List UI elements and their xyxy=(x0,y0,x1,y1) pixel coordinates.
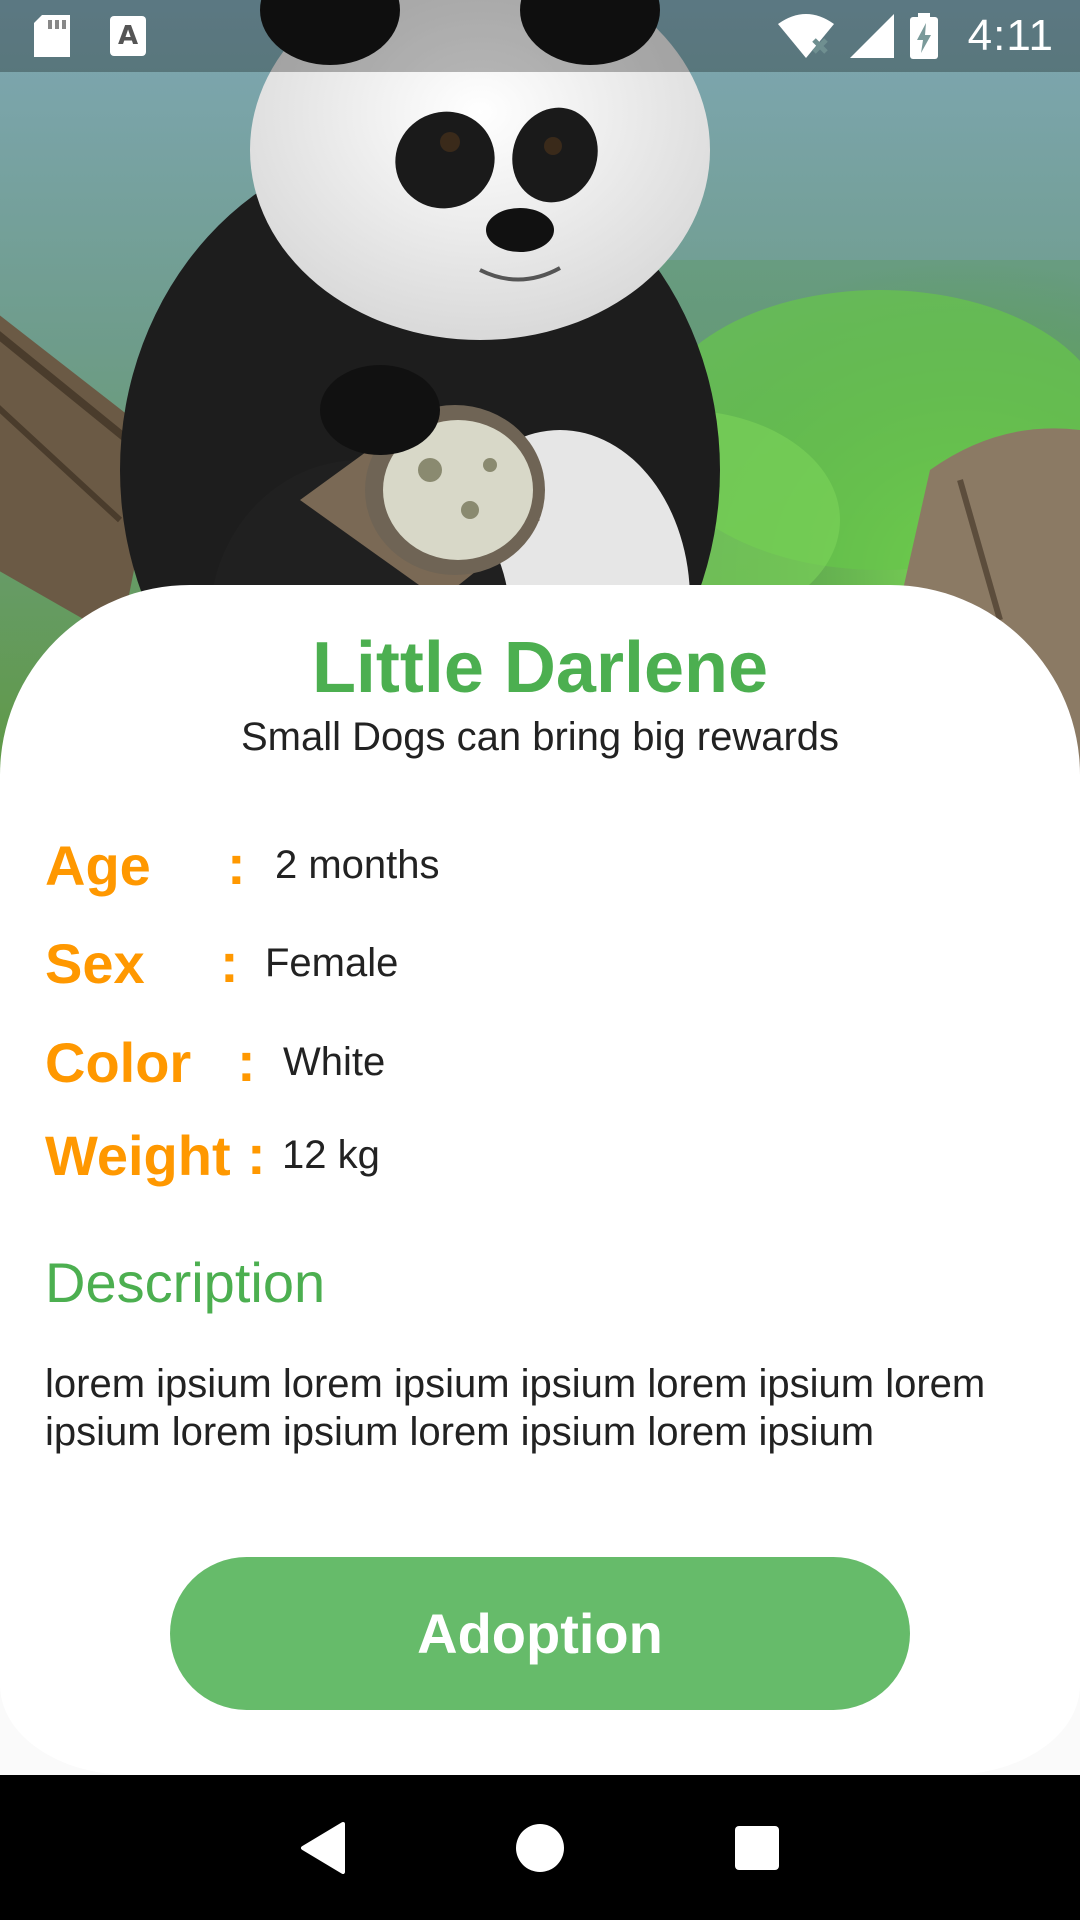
status-time: 4:11 xyxy=(967,11,1054,60)
detail-sheet: Little Darlene Small Dogs can bring big … xyxy=(0,585,1080,1775)
pet-tagline: Small Dogs can bring big rewards xyxy=(240,715,840,759)
attribute-label: Age xyxy=(45,833,151,897)
font-download-icon: A xyxy=(110,16,146,56)
attribute-value: White xyxy=(283,1040,386,1084)
status-bar: A 4:11 xyxy=(0,0,1080,72)
adoption-button[interactable]: Adoption xyxy=(170,1557,910,1710)
attribute-colon: : xyxy=(247,1123,266,1186)
navigation-bar xyxy=(0,1775,1080,1920)
attribute-row-color: Color : White xyxy=(45,1027,385,1097)
attribute-value: 12 kg xyxy=(282,1133,380,1177)
battery-charging-icon xyxy=(909,13,938,59)
recents-button[interactable] xyxy=(727,1818,787,1878)
attribute-label: Weight xyxy=(45,1123,231,1187)
wifi-off-icon xyxy=(777,14,834,58)
attribute-value: Female xyxy=(265,941,399,985)
attribute-label: Sex xyxy=(45,931,145,995)
recents-icon xyxy=(734,1825,779,1870)
description-title: Description xyxy=(45,1251,326,1314)
attribute-colon: : xyxy=(220,931,239,994)
back-icon xyxy=(301,1821,346,1874)
home-button[interactable] xyxy=(510,1818,570,1878)
description-body: lorem ipsium lorem ipsium ipsium lorem i… xyxy=(45,1362,986,1454)
signal-icon xyxy=(849,14,894,58)
attribute-row-weight: Weight : 12 kg xyxy=(45,1120,380,1190)
attribute-row-sex: Sex : Female xyxy=(45,928,398,998)
attribute-value: 2 months xyxy=(275,843,440,887)
sd-card-icon xyxy=(34,15,70,57)
pet-detail-screen: A 4:11 Little Darlene Small Dogs can bri… xyxy=(0,0,1080,1920)
attribute-row-age: Age : 2 months xyxy=(45,830,440,900)
attribute-colon: : xyxy=(237,1030,256,1093)
attribute-colon: : xyxy=(227,833,246,896)
attribute-label: Color xyxy=(45,1030,192,1094)
pet-name: Little Darlene xyxy=(311,628,769,708)
svg-text:A: A xyxy=(118,21,138,51)
home-icon xyxy=(515,1823,564,1872)
back-button[interactable] xyxy=(293,1818,353,1878)
